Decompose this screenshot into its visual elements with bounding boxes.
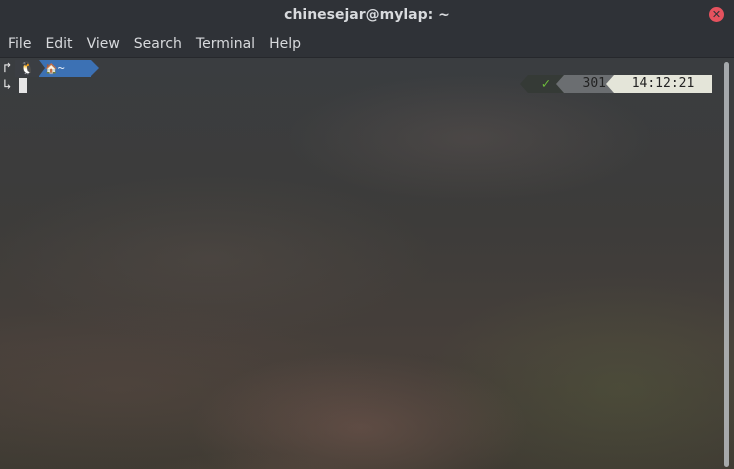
prompt-line1-arrow-icon: ↱ bbox=[3, 60, 12, 76]
text-cursor bbox=[19, 78, 27, 93]
clock-time: 14:12:21 bbox=[631, 76, 695, 91]
terminal-area[interactable]: ↱ 🐧 🏠~ ↳ ✓ 301 14:12:21 bbox=[0, 58, 734, 469]
prompt-path: ~ bbox=[57, 61, 65, 75]
window-title: chinesejar@mylap: ~ bbox=[284, 7, 450, 23]
checkmark-icon: ✓ bbox=[541, 76, 550, 92]
menu-help[interactable]: Help bbox=[262, 30, 308, 58]
menu-file[interactable]: File bbox=[1, 30, 38, 58]
title-bar[interactable]: chinesejar@mylap: ~ ✕ bbox=[0, 0, 734, 30]
close-icon[interactable]: ✕ bbox=[709, 7, 724, 22]
prompt-line2-arrow-icon: ↳ bbox=[3, 77, 12, 93]
menu-terminal[interactable]: Terminal bbox=[189, 30, 262, 58]
menu-view[interactable]: View bbox=[80, 30, 127, 58]
history-number: 301 bbox=[582, 76, 606, 91]
linux-penguin-icon: 🐧 bbox=[15, 60, 39, 77]
menu-search[interactable]: Search bbox=[127, 30, 189, 58]
time-segment: 14:12:21 bbox=[606, 75, 712, 93]
prompt-path-segment: 🏠~ bbox=[39, 60, 99, 77]
menu-edit[interactable]: Edit bbox=[38, 30, 79, 58]
menu-bar: File Edit View Search Terminal Help bbox=[0, 30, 734, 58]
right-prompt: ✓ 301 14:12:21 bbox=[520, 75, 712, 93]
vertical-scrollbar[interactable] bbox=[724, 62, 729, 467]
home-icon: 🏠 bbox=[45, 64, 58, 75]
terminal-window: chinesejar@mylap: ~ ✕ File Edit View Sea… bbox=[0, 0, 734, 469]
